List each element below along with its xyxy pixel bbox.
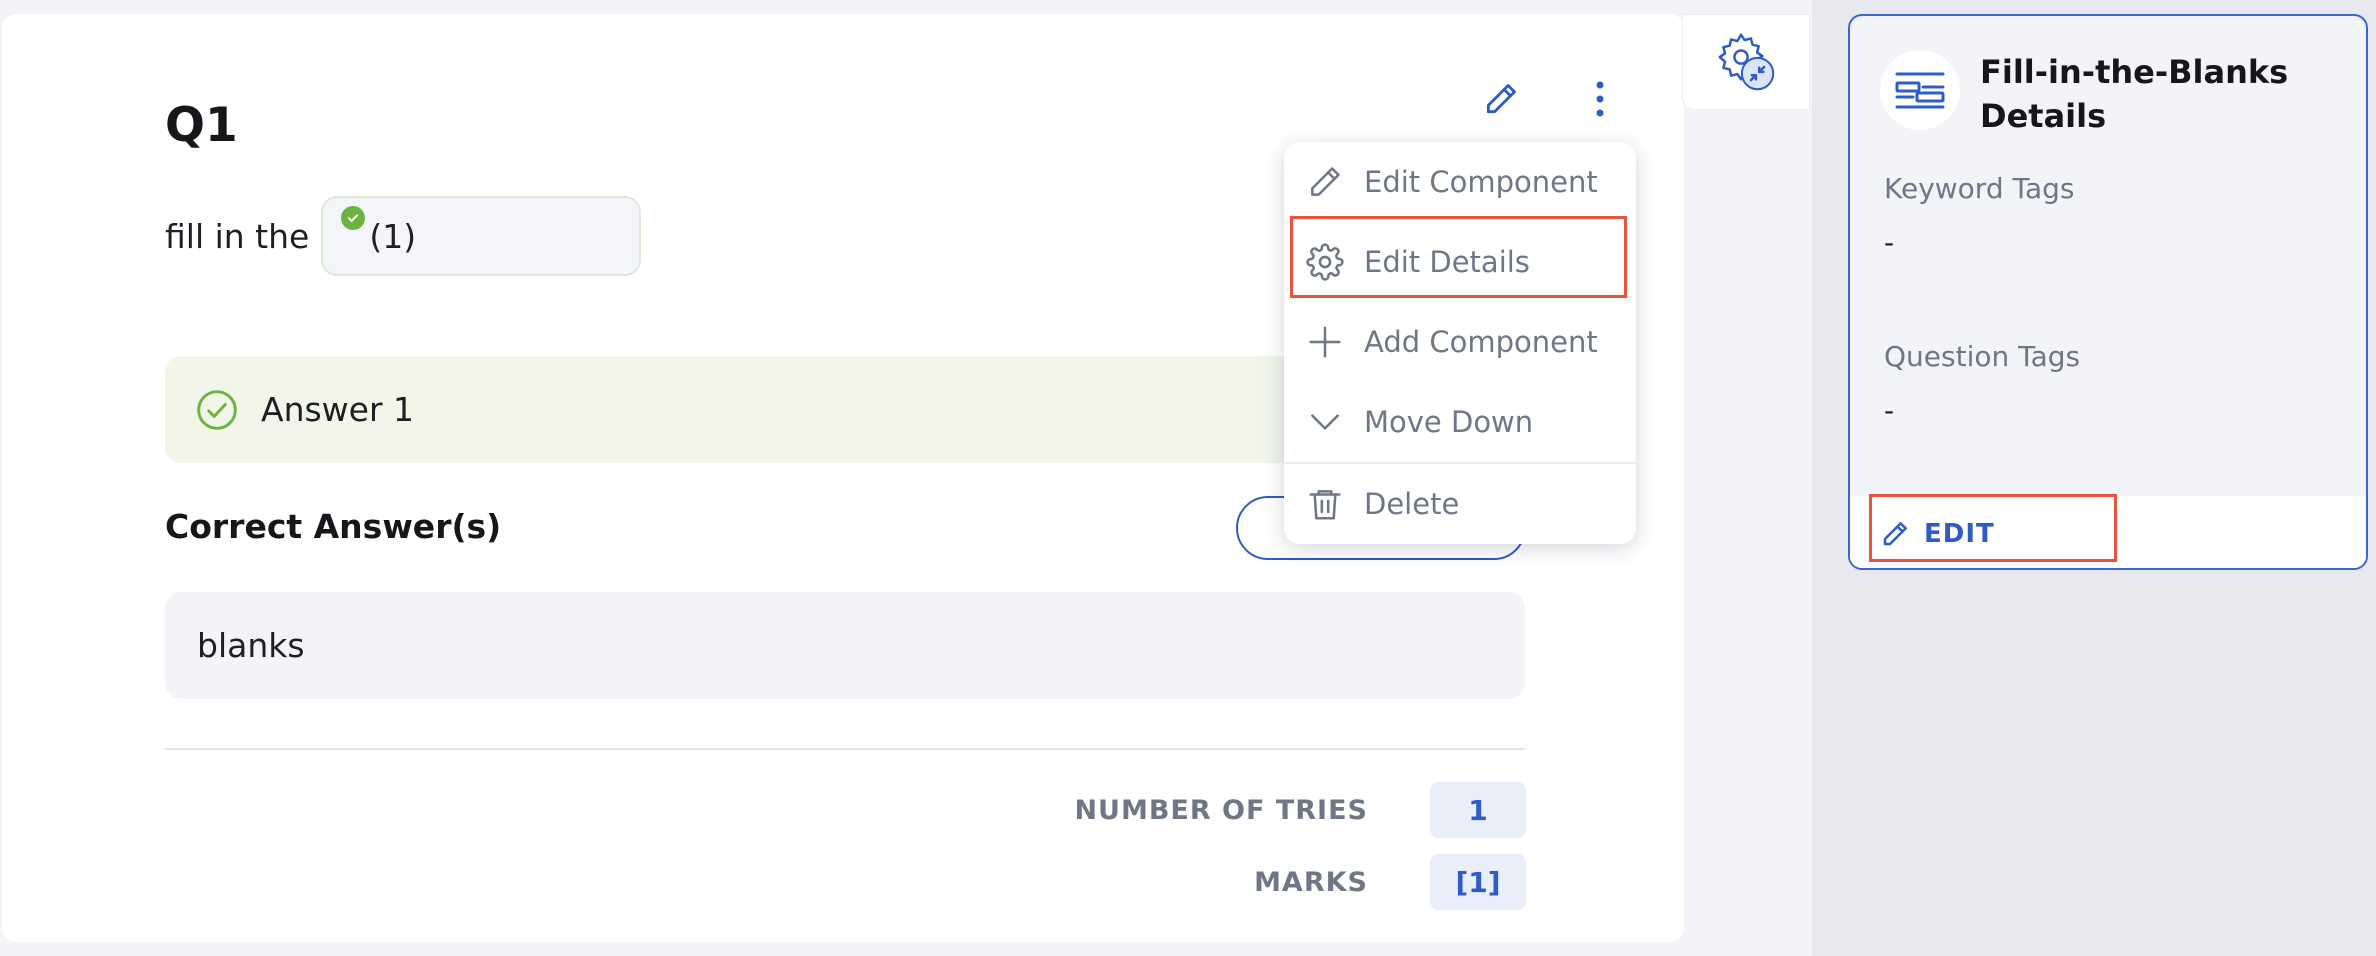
fill-in-sentence: fill in the (1) xyxy=(165,196,642,276)
marks-value: [1] xyxy=(1430,854,1526,910)
menu-item-label: Delete xyxy=(1364,487,1460,521)
edit-details-label: EDIT xyxy=(1924,519,1995,549)
blank-input[interactable]: (1) xyxy=(321,196,642,276)
menu-item-label: Move Down xyxy=(1364,405,1534,439)
menu-item-edit-details[interactable]: Edit Details xyxy=(1284,222,1636,302)
number-of-tries-label: NUMBER OF TRIES xyxy=(1074,794,1368,826)
settings-collapse-tab[interactable] xyxy=(1682,14,1810,110)
correct-answers-heading: Correct Answer(s) xyxy=(165,507,502,546)
correct-answer-box: blanks xyxy=(165,592,1525,699)
menu-item-label: Edit Details xyxy=(1364,245,1530,279)
question-title: Q1 xyxy=(165,98,238,153)
settings-collapse-icon xyxy=(1718,33,1775,91)
number-of-tries-value: 1 xyxy=(1430,782,1526,838)
pencil-icon xyxy=(1304,161,1346,203)
divider xyxy=(165,748,1525,750)
kebab-menu-icon xyxy=(1596,81,1604,117)
marks-label: MARKS xyxy=(1254,866,1368,898)
menu-item-label: Edit Component xyxy=(1364,165,1598,199)
edit-details-button[interactable]: EDIT xyxy=(1880,512,1995,556)
pencil-icon xyxy=(1486,84,1516,114)
menu-item-label: Add Component xyxy=(1364,325,1598,359)
fill-in-blanks-icon xyxy=(1880,50,1960,130)
plus-icon xyxy=(1304,321,1346,363)
keyword-tags-label: Keyword Tags xyxy=(1884,172,2075,205)
number-of-tries-row: NUMBER OF TRIES 1 xyxy=(1074,782,1526,838)
details-card-footer: EDIT xyxy=(1850,496,2366,568)
gear-icon xyxy=(1304,241,1346,283)
chevron-down-icon xyxy=(1304,401,1346,443)
question-tags-value: - xyxy=(1884,394,1895,427)
menu-item-move-down[interactable]: Move Down xyxy=(1284,382,1636,462)
menu-item-delete[interactable]: Delete xyxy=(1284,464,1636,544)
check-circle-icon xyxy=(197,389,237,430)
prompt-text: fill in the xyxy=(165,216,310,256)
menu-item-edit-component[interactable]: Edit Component xyxy=(1284,142,1636,222)
details-title: Fill-in-the-Blanks Details xyxy=(1980,53,2289,135)
marks-row: MARKS [1] xyxy=(1254,854,1526,910)
more-options-button[interactable] xyxy=(1569,68,1631,130)
keyword-tags-value: - xyxy=(1884,226,1895,259)
trash-icon xyxy=(1304,483,1346,525)
app-stage: Q1 fill in the (1) Answer 1 Correct Answ… xyxy=(0,0,2376,956)
question-tags-label: Question Tags xyxy=(1884,340,2081,373)
check-badge-icon xyxy=(341,206,366,230)
pencil-icon xyxy=(1880,519,1910,549)
options-menu: Edit Component Edit Details Add Componen… xyxy=(1284,142,1636,544)
details-card: Fill-in-the-Blanks Details Keyword Tags … xyxy=(1848,14,2368,570)
blank-label: (1) xyxy=(369,216,417,256)
edit-question-button[interactable] xyxy=(1474,72,1528,126)
answer-option-label: Answer 1 xyxy=(261,390,415,429)
menu-item-add-component[interactable]: Add Component xyxy=(1284,302,1636,382)
